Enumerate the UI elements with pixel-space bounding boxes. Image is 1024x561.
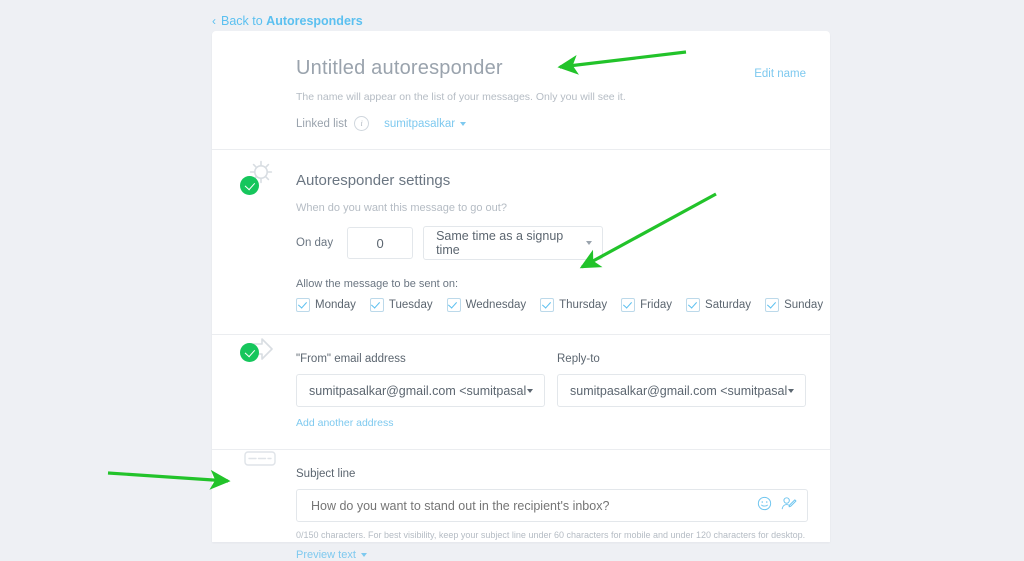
preview-text-label: Preview text (296, 549, 356, 561)
linked-list-value: sumitpasalkar (384, 117, 456, 130)
reply-to-label: Reply-to (557, 353, 600, 365)
weekday-monday[interactable]: Monday (296, 298, 356, 312)
back-link[interactable]: Back to Autoresponders (221, 14, 363, 28)
schedule-row: On day Same time as a signup time (296, 226, 806, 260)
chevron-down-icon (360, 553, 367, 557)
page-subtitle: The name will appear on the list of your… (296, 91, 626, 103)
checkbox-icon[interactable] (296, 298, 310, 312)
reply-to-value: sumitpasalkar@gmail.com <sumitpasal… (570, 383, 788, 398)
header-section: Untitled autoresponder The name will app… (212, 31, 830, 149)
autoresponder-card: Untitled autoresponder The name will app… (212, 31, 830, 561)
chevron-left-icon: ‹ (212, 14, 216, 28)
subject-field-icon (236, 444, 292, 500)
back-link-target: Autoresponders (266, 14, 363, 28)
chevron-down-icon (527, 388, 533, 393)
linked-list-label: Linked list (296, 117, 348, 130)
linked-list-dropdown[interactable]: sumitpasalkar (384, 117, 467, 130)
settings-title: Autoresponder settings (296, 172, 451, 189)
from-section: "From" email address Reply-to sumitpasal… (212, 335, 830, 449)
page-title: Untitled autoresponder (296, 57, 503, 79)
add-another-address-link[interactable]: Add another address (296, 417, 806, 429)
on-day-input[interactable] (347, 227, 414, 259)
checkbox-icon[interactable] (540, 298, 555, 312)
weekday-label: Saturday (705, 299, 752, 311)
allow-days-label: Allow the message to be sent on: (296, 278, 459, 290)
weekday-label: Tuesday (388, 299, 433, 311)
weekday-saturday[interactable]: Saturday (686, 298, 751, 312)
checkbox-icon[interactable] (369, 298, 384, 312)
checkbox-icon[interactable] (686, 298, 701, 312)
status-complete-badge (240, 343, 259, 362)
checkbox-icon[interactable] (765, 298, 780, 312)
checkbox-icon[interactable] (446, 298, 461, 312)
personalize-icon[interactable] (780, 496, 797, 516)
subject-section: Subject line How do you want to stand ou… (212, 450, 830, 561)
gear-icon (236, 158, 292, 214)
subject-line-field[interactable] (296, 489, 808, 522)
send-time-select[interactable]: Same time as a signup time (423, 226, 604, 260)
weekday-checkbox-group: Monday Tuesday Wednesday Thursday Friday… (296, 298, 823, 312)
chevron-down-icon (460, 121, 467, 126)
checkbox-icon[interactable] (621, 298, 636, 312)
weekday-label: Thursday (559, 299, 608, 311)
emoji-smiley-icon[interactable] (757, 496, 772, 516)
settings-question: When do you want this message to go out? (296, 202, 507, 214)
arrow-right-icon (236, 335, 292, 391)
status-complete-badge (240, 176, 259, 195)
weekday-label: Wednesday (465, 299, 527, 311)
from-email-select[interactable]: sumitpasalkar@gmail.com <sumitpasal… (296, 374, 545, 407)
from-email-value: sumitpasalkar@gmail.com <sumitpasal… (309, 383, 527, 398)
weekday-tuesday[interactable]: Tuesday (369, 298, 433, 312)
subject-input-icons (757, 496, 797, 516)
send-time-value: Same time as a signup time (436, 229, 564, 257)
breadcrumb[interactable]: ‹ Back to Autoresponders (212, 11, 363, 31)
weekday-sunday[interactable]: Sunday (765, 298, 823, 312)
weekday-friday[interactable]: Friday (621, 298, 672, 312)
settings-section: Autoresponder settings When do you want … (212, 150, 830, 334)
weekday-label: Monday (315, 299, 356, 311)
on-day-label: On day (296, 237, 334, 249)
linked-list-row: Linked list i sumitpasalkar (296, 116, 806, 131)
reply-to-select[interactable]: sumitpasalkar@gmail.com <sumitpasal… (557, 374, 806, 407)
back-link-prefix: Back to (221, 14, 267, 28)
weekday-wednesday[interactable]: Wednesday (446, 298, 527, 312)
weekday-thursday[interactable]: Thursday (540, 298, 607, 312)
info-icon[interactable]: i (354, 116, 370, 131)
weekday-label: Sunday (784, 299, 824, 311)
from-email-label: "From" email address (296, 353, 406, 365)
edit-name-button[interactable]: Edit name (754, 68, 806, 80)
subject-input[interactable] (309, 497, 757, 514)
email-field-labels: "From" email address Reply-to (296, 353, 806, 365)
annotation-arrow-subject (107, 469, 231, 490)
preview-text-toggle[interactable]: Preview text (296, 549, 806, 561)
chevron-down-icon (586, 241, 593, 245)
chevron-down-icon (788, 388, 794, 393)
app-page: ‹ Back to Autoresponders Untitled autore… (0, 0, 1024, 561)
subject-line-label: Subject line (296, 468, 356, 480)
subject-helper-text: 0/150 characters. For best visibility, k… (296, 530, 806, 540)
weekday-label: Friday (640, 299, 673, 311)
email-fields: sumitpasalkar@gmail.com <sumitpasal… sum… (296, 374, 806, 407)
